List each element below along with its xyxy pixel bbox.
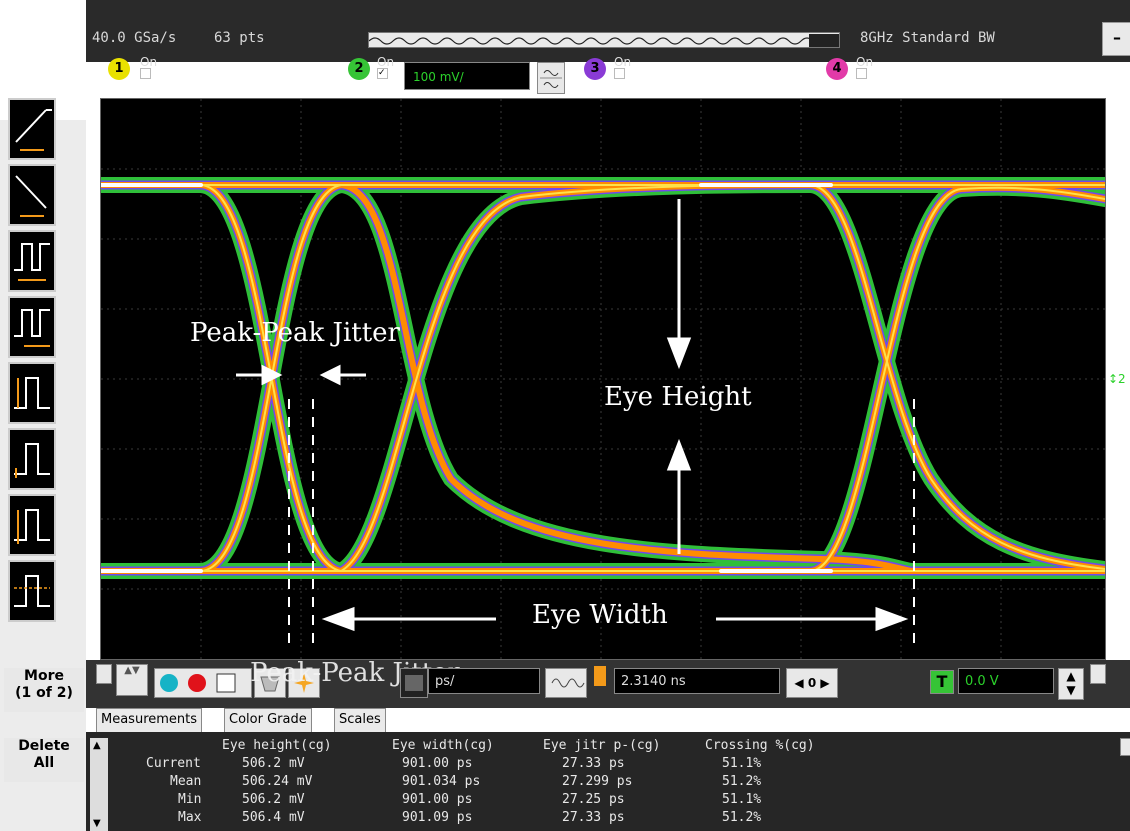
- timebase-field[interactable]: ps/: [428, 668, 540, 694]
- trigger-level-stepper[interactable]: ▲ ▼: [1058, 668, 1084, 700]
- cell-current-eye-width: 901.00 ps: [402, 756, 473, 771]
- trigger-marker-button[interactable]: [1090, 664, 1106, 684]
- trigger-level-field[interactable]: 0.0 V: [958, 668, 1054, 694]
- bandwidth-label: 8GHz Standard BW: [860, 30, 995, 46]
- channel-2-scale[interactable]: 100 mV/: [404, 62, 530, 90]
- cell-max-jitter: 27.33 ps: [562, 810, 625, 825]
- eye-diagram-plot: [93, 99, 1113, 659]
- delay-field[interactable]: 2.3140 ns: [614, 668, 780, 694]
- frequency-icon: [14, 309, 50, 347]
- vtop-tool[interactable]: [8, 560, 56, 622]
- jitter-annotation: Peak-Peak Jitter: [190, 318, 400, 348]
- channel-4-badge[interactable]: 4: [826, 58, 848, 80]
- row-label-max: Max: [178, 810, 202, 825]
- channel-3-badge[interactable]: 3: [584, 58, 606, 80]
- row-label-min: Min: [178, 792, 202, 807]
- amplitude-tool[interactable]: [8, 428, 56, 490]
- row-label-mean: Mean: [170, 774, 202, 789]
- panel-scroll-button[interactable]: [1120, 738, 1130, 756]
- channel-2-on-label: On: [377, 55, 395, 69]
- positive-width-tool[interactable]: [8, 362, 56, 424]
- channel-2-coupling-button[interactable]: [537, 62, 565, 94]
- cell-current-crossing: 51.1%: [722, 756, 762, 771]
- cell-min-crossing: 51.1%: [722, 792, 762, 807]
- frequency-tool[interactable]: [8, 296, 56, 358]
- sample-rate: 40.0 GSa/s: [92, 30, 177, 46]
- horizontal-icon: [405, 675, 423, 691]
- channel-1-checkbox[interactable]: [140, 68, 151, 79]
- cell-min-eye-height: 506.2 mV: [242, 792, 305, 807]
- cell-current-eye-height: 506.2 mV: [242, 756, 305, 771]
- horizontal-button[interactable]: [400, 668, 428, 698]
- cell-mean-jitter: 27.299 ps: [562, 774, 633, 789]
- cell-max-eye-width: 901.09 ps: [402, 810, 473, 825]
- channel-2-badge[interactable]: 2: [348, 58, 370, 80]
- delete-all-button[interactable]: Delete All: [4, 738, 84, 782]
- channel-1-toggle[interactable]: On: [140, 56, 157, 79]
- period-icon: [14, 243, 50, 281]
- ac-dc-icon: [540, 70, 562, 88]
- horizontal-pan-button[interactable]: [96, 664, 112, 684]
- cell-current-jitter: 27.33 ps: [562, 756, 625, 771]
- channel-4-on-label: On: [856, 55, 874, 69]
- vtop-icon: [14, 575, 50, 607]
- channel-2-toggle[interactable]: On ✓: [377, 56, 394, 79]
- waveform-overview-icon: [369, 34, 839, 47]
- vpp-icon: [14, 509, 50, 544]
- minimize-button[interactable]: –: [1102, 22, 1130, 56]
- tab-measurements[interactable]: Measurements: [96, 708, 203, 733]
- scroll-up-icon[interactable]: ▲: [93, 740, 101, 751]
- header-eye-width: Eye width(cg): [392, 738, 494, 753]
- row-label-current: Current: [146, 756, 201, 771]
- delay-stepper-value: 0: [807, 676, 817, 690]
- points-count: 63 pts: [214, 30, 265, 46]
- cell-mean-eye-height: 506.24 mV: [242, 774, 313, 789]
- cell-min-jitter: 27.25 ps: [562, 792, 625, 807]
- channel-1-on-label: On: [140, 55, 158, 69]
- fall-time-tool[interactable]: [8, 164, 56, 226]
- header-eye-jitter: Eye jitr p-(cg): [543, 738, 661, 753]
- delay-mode-button[interactable]: [545, 668, 587, 698]
- trigger-button[interactable]: T: [930, 670, 954, 694]
- rise-time-icon: [15, 109, 52, 151]
- header-crossing: Crossing %(cg): [705, 738, 815, 753]
- acquisition-toolbar[interactable]: [154, 668, 252, 698]
- cell-min-eye-width: 901.00 ps: [402, 792, 473, 807]
- amplitude-icon: [14, 443, 50, 478]
- fall-time-icon: [15, 175, 47, 217]
- tab-scales[interactable]: Scales: [334, 708, 386, 733]
- channel-3-on-label: On: [614, 55, 632, 69]
- cell-max-crossing: 51.2%: [722, 810, 762, 825]
- channel-4-checkbox[interactable]: [856, 68, 867, 79]
- scroll-down-icon[interactable]: ▼: [93, 818, 101, 829]
- cell-mean-crossing: 51.2%: [722, 774, 762, 789]
- waveform-overview[interactable]: [368, 32, 840, 48]
- channel-3-checkbox[interactable]: [614, 68, 625, 79]
- eye-width-annotation: Eye Width: [532, 600, 668, 630]
- cell-mean-eye-width: 901.034 ps: [402, 774, 481, 789]
- channel-2-checkbox[interactable]: ✓: [377, 68, 388, 79]
- measurements-scrollbar[interactable]: ▲ ▼: [90, 738, 108, 831]
- header-eye-height: Eye height(cg): [222, 738, 332, 753]
- pulse-width-icon: [14, 377, 50, 409]
- channel-1-badge[interactable]: 1: [108, 58, 130, 80]
- channel-4-toggle[interactable]: On: [856, 56, 873, 79]
- rise-time-tool[interactable]: [8, 98, 56, 160]
- vpp-tool[interactable]: [8, 494, 56, 556]
- run-stop-icon: [160, 673, 236, 693]
- channel-2-ground-marker[interactable]: ↕2: [1108, 372, 1126, 386]
- eye-height-annotation: Eye Height: [604, 382, 752, 412]
- cell-max-eye-height: 506.4 mV: [242, 810, 305, 825]
- period-tool[interactable]: [8, 230, 56, 292]
- wave-icon: [551, 678, 585, 688]
- trigger-reference-icon: [594, 666, 606, 686]
- more-button[interactable]: More (1 of 2): [4, 668, 84, 712]
- up-down-button[interactable]: ▲▼: [116, 664, 148, 696]
- eye-diagram-display[interactable]: [93, 98, 1113, 660]
- tab-color-grade[interactable]: Color Grade: [224, 708, 312, 733]
- delay-stepper[interactable]: ◀ 0 ▶: [786, 668, 838, 698]
- channel-3-toggle[interactable]: On: [614, 56, 631, 79]
